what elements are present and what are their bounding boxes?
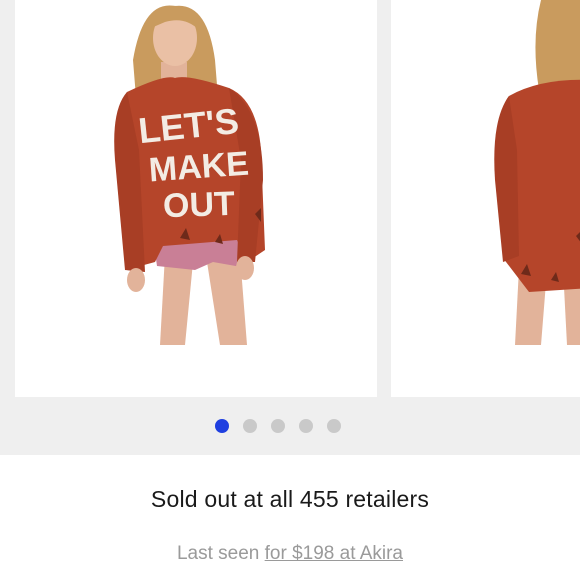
last-seen-retailer-link[interactable]: for $198 at Akira — [265, 543, 403, 564]
carousel-dot-4[interactable] — [299, 419, 313, 433]
product-image-carousel[interactable]: LET'S MAKE OUT — [0, 0, 580, 455]
product-image-back[interactable] — [391, 0, 580, 397]
last-seen-text: Last seen for $198 at Akira — [0, 543, 580, 565]
carousel-dot-2[interactable] — [243, 419, 257, 433]
model-front-illustration: LET'S MAKE OUT — [114, 5, 265, 345]
carousel-dot-5[interactable] — [327, 419, 341, 433]
carousel-gutter — [0, 0, 15, 397]
carousel-dot-3[interactable] — [271, 419, 285, 433]
availability-status: Sold out at all 455 retailers — [150, 486, 430, 512]
product-image-front[interactable]: LET'S MAKE OUT — [15, 0, 377, 397]
model-back-illustration — [494, 0, 580, 345]
sweater-text-line-3: OUT — [162, 185, 235, 225]
sweater-text-line-2: MAKE — [148, 145, 251, 190]
carousel-pagination — [0, 419, 580, 435]
carousel-dot-1[interactable] — [215, 419, 229, 433]
last-seen-prefix: Last seen — [176, 543, 265, 564]
